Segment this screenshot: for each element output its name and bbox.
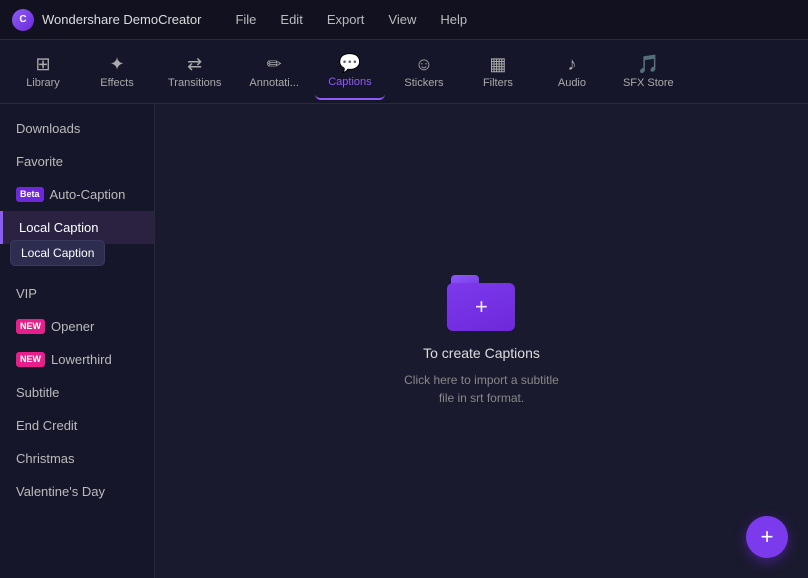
sidebar-item-christmas[interactable]: Christmas — [0, 442, 154, 475]
sidebar-item-subtitle-label: Subtitle — [16, 385, 59, 400]
sidebar-item-vip[interactable]: VIP — [0, 277, 154, 310]
sidebar-item-end-credit[interactable]: End Credit — [0, 409, 154, 442]
toolbar-transitions-label: Transitions — [168, 77, 221, 89]
toolbar-audio-label: Audio — [558, 77, 586, 89]
toolbar-annotations[interactable]: ✏ Annotati... — [237, 44, 311, 100]
toolbar-filters-label: Filters — [483, 77, 513, 89]
effects-icon: ✦ — [109, 55, 124, 73]
toolbar-stickers[interactable]: ☺ Stickers — [389, 44, 459, 100]
main-content: + To create Captions Click here to impor… — [155, 104, 808, 578]
audio-icon: ♪ — [567, 55, 576, 73]
toolbar-effects[interactable]: ✦ Effects — [82, 44, 152, 100]
sidebar-item-downloads-label: Downloads — [16, 121, 80, 136]
fab-button[interactable]: + — [746, 516, 788, 558]
toolbar-stickers-label: Stickers — [404, 77, 443, 89]
content-area: Downloads Favorite Beta Auto-Caption Loc… — [0, 104, 808, 578]
menu-view[interactable]: View — [378, 8, 426, 31]
empty-state[interactable]: + To create Captions Click here to impor… — [404, 275, 559, 407]
empty-state-subtitle: Click here to import a subtitle file in … — [404, 371, 559, 407]
library-icon: ⊞ — [35, 55, 50, 73]
annotations-icon: ✏ — [267, 55, 282, 73]
sidebar-item-favorite[interactable]: Favorite — [0, 145, 154, 178]
empty-state-title: To create Captions — [423, 345, 540, 361]
new-badge-lowerthird: NEW — [16, 352, 45, 367]
toolbar: ⊞ Library ✦ Effects ⇄ Transitions ✏ Anno… — [0, 40, 808, 104]
sidebar-item-vip-label: VIP — [16, 286, 37, 301]
toolbar-captions[interactable]: 💬 Captions — [315, 44, 385, 100]
captions-icon: 💬 — [339, 54, 361, 72]
toolbar-sfxstore-label: SFX Store — [623, 77, 674, 89]
toolbar-annotations-label: Annotati... — [249, 77, 299, 89]
sidebar-item-local-caption-label: Local Caption — [19, 220, 99, 235]
toolbar-library-label: Library — [26, 77, 60, 89]
filters-icon: ▦ — [489, 55, 506, 73]
sidebar-item-valentines-day[interactable]: Valentine's Day — [0, 475, 154, 508]
sidebar-item-lowerthird-label: Lowerthird — [51, 352, 112, 367]
folder-icon: + — [447, 275, 515, 331]
new-badge-opener: NEW — [16, 319, 45, 334]
sidebar-item-opener-label: Opener — [51, 319, 94, 334]
menu-file[interactable]: File — [225, 8, 266, 31]
app-logo: C — [12, 9, 34, 31]
toolbar-transitions[interactable]: ⇄ Transitions — [156, 44, 233, 100]
menu-export[interactable]: Export — [317, 8, 375, 31]
sidebar-item-favorite-label: Favorite — [16, 154, 63, 169]
sidebar-item-end-credit-label: End Credit — [16, 418, 77, 433]
toolbar-library[interactable]: ⊞ Library — [8, 44, 78, 100]
sidebar-item-hot[interactable]: Hot — [0, 244, 154, 277]
toolbar-audio[interactable]: ♪ Audio — [537, 44, 607, 100]
titlebar: C Wondershare DemoCreator File Edit Expo… — [0, 0, 808, 40]
transitions-icon: ⇄ — [187, 55, 202, 73]
sidebar-item-auto-caption[interactable]: Beta Auto-Caption — [0, 178, 154, 211]
sidebar-item-opener[interactable]: NEW Opener — [0, 310, 154, 343]
toolbar-sfxstore[interactable]: 🎵 SFX Store — [611, 44, 686, 100]
toolbar-filters[interactable]: ▦ Filters — [463, 44, 533, 100]
sidebar-item-subtitle[interactable]: Subtitle — [0, 376, 154, 409]
sidebar: Downloads Favorite Beta Auto-Caption Loc… — [0, 104, 155, 578]
beta-badge: Beta — [16, 187, 44, 202]
sidebar-item-local-caption[interactable]: Local Caption — [0, 211, 154, 244]
menu-bar: File Edit Export View Help — [225, 8, 477, 31]
sidebar-item-auto-caption-label: Auto-Caption — [50, 187, 126, 202]
sidebar-item-hot-label: Hot — [16, 253, 36, 268]
sidebar-item-downloads[interactable]: Downloads — [0, 112, 154, 145]
sidebar-item-christmas-label: Christmas — [16, 451, 75, 466]
menu-help[interactable]: Help — [430, 8, 477, 31]
menu-edit[interactable]: Edit — [270, 8, 312, 31]
sidebar-item-lowerthird[interactable]: NEW Lowerthird — [0, 343, 154, 376]
stickers-icon: ☺ — [415, 55, 433, 73]
toolbar-effects-label: Effects — [100, 77, 133, 89]
app-name: Wondershare DemoCreator — [42, 12, 201, 27]
toolbar-captions-label: Captions — [328, 76, 371, 88]
sidebar-item-valentines-day-label: Valentine's Day — [16, 484, 105, 499]
sfxstore-icon: 🎵 — [637, 55, 659, 73]
